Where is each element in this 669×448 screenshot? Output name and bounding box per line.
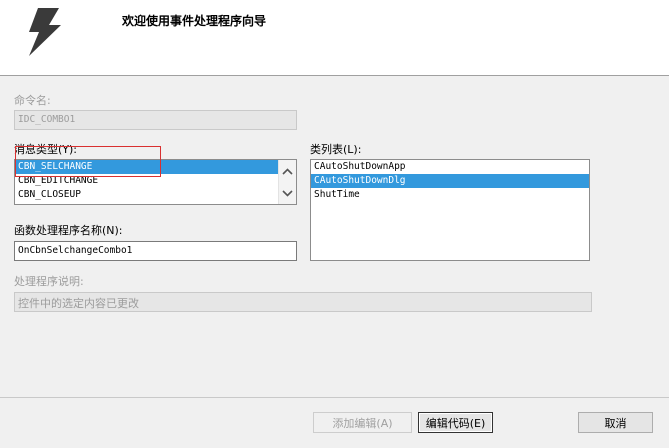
- message-type-item[interactable]: CBN_EDITCHANGE: [15, 174, 296, 188]
- message-type-scrollbar[interactable]: [278, 160, 296, 204]
- message-type-label: 消息类型(Y):: [14, 143, 78, 156]
- footer-divider: [0, 397, 669, 398]
- wizard-title: 欢迎使用事件处理程序向导: [122, 14, 267, 28]
- chevron-up-icon[interactable]: [282, 166, 293, 177]
- class-list[interactable]: CAutoShutDownApp CAutoShutDownDlg ShutTi…: [310, 159, 590, 261]
- lightning-bolt-icon: [29, 8, 61, 56]
- message-type-list[interactable]: CBN_SELCHANGE CBN_EDITCHANGE CBN_CLOSEUP: [14, 159, 297, 205]
- handler-description-label: 处理程序说明:: [14, 275, 84, 288]
- edit-code-button[interactable]: 编辑代码(E): [418, 412, 493, 433]
- message-type-item[interactable]: CBN_CLOSEUP: [15, 188, 296, 202]
- function-name-input[interactable]: OnCbnSelchangeCombo1: [14, 241, 297, 261]
- function-name-label: 函数处理程序名称(N):: [14, 224, 123, 237]
- command-name-field: IDC_COMBO1: [14, 110, 297, 130]
- cancel-button[interactable]: 取消: [578, 412, 653, 433]
- chevron-down-icon[interactable]: [282, 188, 293, 199]
- wizard-header: 欢迎使用事件处理程序向导: [0, 0, 669, 76]
- message-type-item[interactable]: CBN_SELCHANGE: [15, 160, 279, 174]
- class-list-label: 类列表(L):: [310, 143, 362, 156]
- class-list-item[interactable]: ShutTime: [311, 188, 589, 202]
- class-list-item[interactable]: CAutoShutDownDlg: [311, 174, 589, 188]
- class-list-item[interactable]: CAutoShutDownApp: [311, 160, 589, 174]
- handler-description-field: 控件中的选定内容已更改: [14, 292, 592, 312]
- command-name-label: 命令名:: [14, 94, 51, 107]
- add-edit-button[interactable]: 添加编辑(A): [313, 412, 412, 433]
